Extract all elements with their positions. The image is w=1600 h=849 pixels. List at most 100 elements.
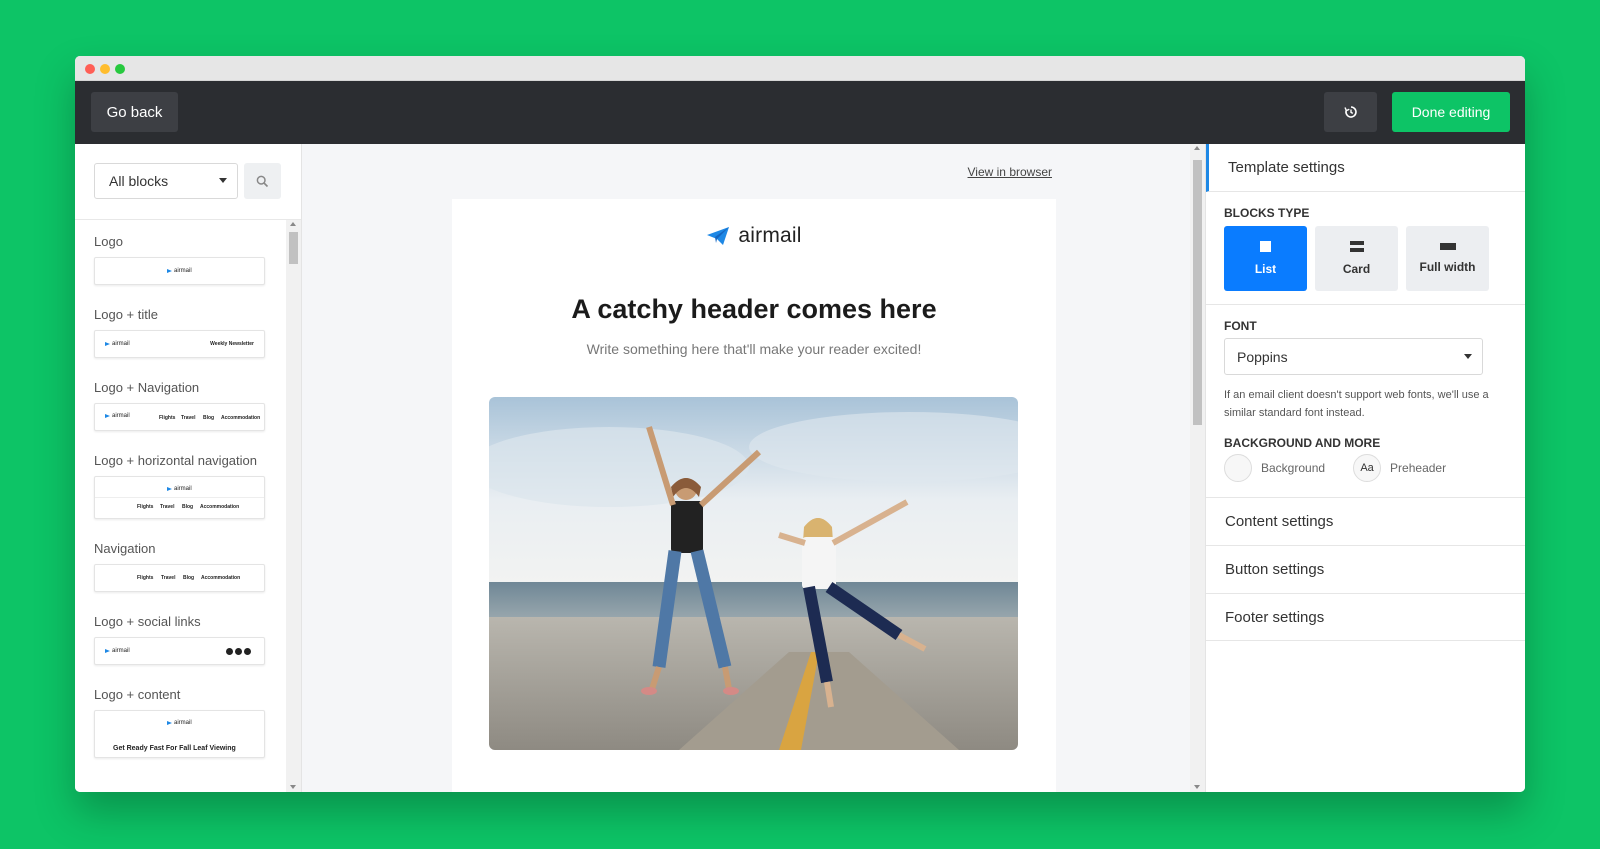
mini-logo: airmail (105, 648, 130, 654)
view-in-browser-link[interactable]: View in browser (968, 165, 1052, 179)
mini-nav-item: Travel (161, 575, 176, 581)
facebook-icon (226, 648, 233, 655)
scroll-down-icon[interactable] (290, 785, 296, 789)
minimize-window-button[interactable] (100, 64, 110, 74)
block-label: Logo + title (94, 307, 158, 322)
blocks-type-label-list: List (1254, 262, 1277, 276)
mini-nav-item: Blog (203, 415, 215, 421)
block-label: Logo + Navigation (94, 380, 200, 395)
scrollbar-thumb[interactable] (1193, 160, 1202, 425)
done-editing-button[interactable]: Done editing (1392, 92, 1510, 132)
history-icon (1343, 106, 1357, 118)
app-window: Go back Done editing All blocks Logo air… (75, 56, 1525, 792)
sidebar-filter-bar: All blocks (75, 144, 301, 220)
scrollbar-thumb[interactable] (289, 232, 298, 264)
email-subline[interactable]: Write something here that'll make your r… (452, 341, 1056, 357)
plane-icon (105, 649, 110, 653)
mini-nav-item: Travel (181, 415, 196, 421)
chevron-down-icon (1464, 354, 1472, 359)
mini-nav-item: Flights (159, 415, 176, 421)
close-window-button[interactable] (85, 64, 95, 74)
block-thumbnail: airmail Flights Travel Blog Accommodatio… (94, 476, 265, 519)
blocks-type-card[interactable]: Card (1315, 226, 1398, 291)
plane-icon (167, 487, 172, 491)
blocks-filter-select[interactable]: All blocks (94, 163, 238, 199)
block-item-logo-social-links[interactable]: Logo + social links airmail (75, 614, 285, 665)
font-value: Poppins (1237, 348, 1288, 365)
instagram-icon (244, 648, 251, 655)
mini-nav-item: Accommodation (201, 575, 241, 581)
block-item-navigation[interactable]: Navigation Flights Travel Blog Accommoda… (75, 541, 285, 592)
card-icon (1349, 241, 1364, 252)
font-label: FONT (1224, 319, 1257, 333)
maximize-window-button[interactable] (115, 64, 125, 74)
mini-logo-text: airmail (112, 341, 130, 347)
mini-nav-item: Flights (137, 504, 154, 510)
template-settings-header[interactable]: Template settings (1206, 144, 1525, 192)
content-settings-section[interactable]: Content settings (1206, 497, 1525, 545)
email-logo[interactable]: airmail (452, 224, 1056, 248)
settings-panel: Template settings BLOCKS TYPE List Card … (1205, 144, 1525, 792)
block-item-logo-horizontal-navigation[interactable]: Logo + horizontal navigation airmail Fli… (75, 453, 285, 519)
block-label: Logo + social links (94, 614, 201, 629)
mini-logo: airmail (167, 268, 192, 274)
full-width-icon (1439, 243, 1456, 250)
email-preview[interactable]: airmail A catchy header comes here Write… (452, 199, 1056, 792)
mini-logo: airmail (105, 341, 130, 347)
scroll-up-icon[interactable] (290, 222, 296, 226)
chevron-down-icon (219, 178, 227, 183)
hero-image[interactable] (489, 397, 1018, 750)
mini-nav-item: Blog (183, 575, 195, 581)
background-label: BACKGROUND AND MORE (1224, 436, 1381, 450)
block-label: Logo (94, 234, 123, 249)
block-item-logo-navigation[interactable]: Logo + Navigation airmail Flights Travel… (75, 380, 285, 431)
block-thumbnail: Flights Travel Blog Accommodation (94, 564, 265, 592)
block-list: Logo airmail Logo + title airmail Weekly… (75, 220, 285, 792)
text-font-icon: Aa (1353, 454, 1382, 482)
font-select[interactable]: Poppins (1224, 338, 1483, 375)
window-titlebar (75, 56, 1525, 81)
history-button[interactable] (1324, 92, 1377, 132)
plane-icon (167, 269, 172, 273)
block-thumbnail: airmail Weekly Newsletter (94, 330, 265, 358)
mini-logo-text: airmail (174, 268, 192, 274)
block-label: Logo + content (94, 687, 181, 702)
email-logo-text: airmail (738, 224, 802, 247)
mini-logo: airmail (167, 486, 192, 492)
plane-icon (105, 342, 110, 346)
mini-logo-text: airmail (174, 486, 192, 492)
block-item-logo-title[interactable]: Logo + title airmail Weekly Newsletter (75, 307, 285, 358)
twitter-icon (235, 648, 242, 655)
mini-logo: airmail (167, 720, 192, 726)
go-back-button[interactable]: Go back (91, 92, 178, 132)
divider (1206, 304, 1525, 305)
blocks-type-options: List Card Full width (1224, 226, 1489, 291)
font-help-text: If an email client doesn't support web f… (1224, 389, 1489, 419)
background-options: Background Aa Preheader (1224, 454, 1446, 482)
background-option-label: Background (1261, 461, 1326, 475)
background-color-swatch (1224, 454, 1252, 482)
email-headline[interactable]: A catchy header comes here (452, 294, 1056, 325)
block-item-logo[interactable]: Logo airmail (75, 234, 285, 285)
button-settings-section[interactable]: Button settings (1206, 545, 1525, 593)
blocks-type-list[interactable]: List (1224, 226, 1307, 291)
canvas-scrollbar[interactable] (1190, 144, 1205, 792)
blocks-type-full-width[interactable]: Full width (1406, 226, 1489, 291)
search-button[interactable] (244, 163, 281, 199)
mini-nav-item: Blog (182, 504, 194, 510)
footer-settings-section[interactable]: Footer settings (1206, 593, 1525, 641)
mini-nav-item: Flights (137, 575, 154, 581)
sidebar-scrollbar[interactable] (286, 220, 301, 792)
mini-title: Get Ready Fast For Fall Leaf Viewing (113, 745, 236, 752)
email-canvas: View in browser airmail A catchy header … (302, 144, 1205, 792)
mini-nav-item: Accommodation (221, 415, 261, 421)
block-thumbnail: airmail (94, 637, 265, 665)
background-option[interactable]: Background (1224, 454, 1325, 482)
scroll-down-icon[interactable] (1194, 785, 1200, 789)
block-item-logo-content[interactable]: Logo + content airmail Get Ready Fast Fo… (75, 687, 285, 758)
block-label: Logo + horizontal navigation (94, 453, 257, 468)
block-thumbnail: airmail Flights Travel Blog Accommodatio… (94, 403, 265, 431)
mini-logo-text: airmail (174, 720, 192, 726)
preheader-option[interactable]: Aa Preheader (1353, 454, 1446, 482)
scroll-up-icon[interactable] (1194, 146, 1200, 150)
